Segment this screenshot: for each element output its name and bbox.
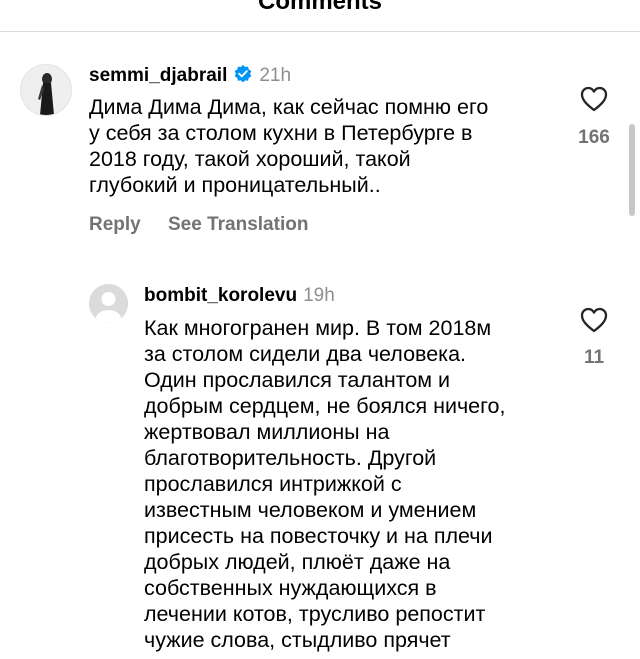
comment-text-line: лечении котов, трусливо репостит (144, 602, 486, 626)
comment-text-line: добрым сердцем, не боялся ничего, (144, 394, 506, 418)
like-count: 11 (583, 347, 605, 368)
like-count: 166 (578, 127, 610, 148)
comment-text: Как многогранен мир. В том 2018м за стол… (144, 315, 505, 653)
reply-button[interactable]: Reply (89, 214, 141, 236)
scrollbar[interactable] (629, 124, 635, 216)
comment-text-line: прославился интрижкой с (144, 472, 402, 496)
comment-text-line: чужие слова, стыдливо прячет (144, 628, 451, 652)
comment-text-line: за столом сидели два человека. (144, 342, 466, 366)
header-divider (0, 31, 640, 32)
comment-timestamp: 21h (259, 65, 292, 86)
comment-text: Дима Дима Дима, как сейчас помню его у с… (89, 94, 488, 198)
comment-text-line: добрых людей, плюёт даже на (144, 550, 451, 574)
comment-text-line: присесть на повесточку и на плечи (144, 524, 493, 548)
comment-text-line: 2018 году, такой хороший, такой (89, 147, 411, 171)
comment-text-line: у себя за столом кухни в Петербурге в (89, 121, 473, 145)
heart-outline-icon[interactable] (580, 307, 608, 338)
comment-text-line: благотворительность. Другой (144, 446, 437, 470)
avatar[interactable] (89, 284, 128, 323)
avatar-photo-icon (21, 65, 71, 115)
page-title: Comments (257, 0, 383, 15)
avatar[interactable] (20, 64, 72, 116)
comment-text-line: известным человеком и умением (144, 498, 477, 522)
comment-text-line: глубокий и проницательный.. (89, 173, 381, 197)
comment-header: semmi_djabrail 21h (89, 64, 291, 90)
comment-text-line: Один прославился талантом и (144, 368, 451, 392)
comment-username[interactable]: semmi_djabrail (89, 65, 227, 86)
default-avatar-icon (89, 284, 128, 323)
comment-timestamp: 19h (303, 285, 335, 306)
comment-text-line: жертвовал миллионы на (144, 420, 390, 444)
see-translation-button[interactable]: See Translation (168, 214, 308, 236)
comment-text-line: Как многогранен мир. В том 2018м (144, 316, 492, 340)
comment-username[interactable]: bombit_korolevu (144, 285, 297, 306)
verified-badge-icon (233, 64, 253, 90)
comment-header: bombit_korolevu 19h (144, 285, 335, 307)
comment-text-line: собственных нуждающихся в (144, 576, 437, 600)
comment-text-line: Дима Дима Дима, как сейчас помню его (89, 95, 489, 119)
heart-outline-icon[interactable] (580, 86, 608, 117)
